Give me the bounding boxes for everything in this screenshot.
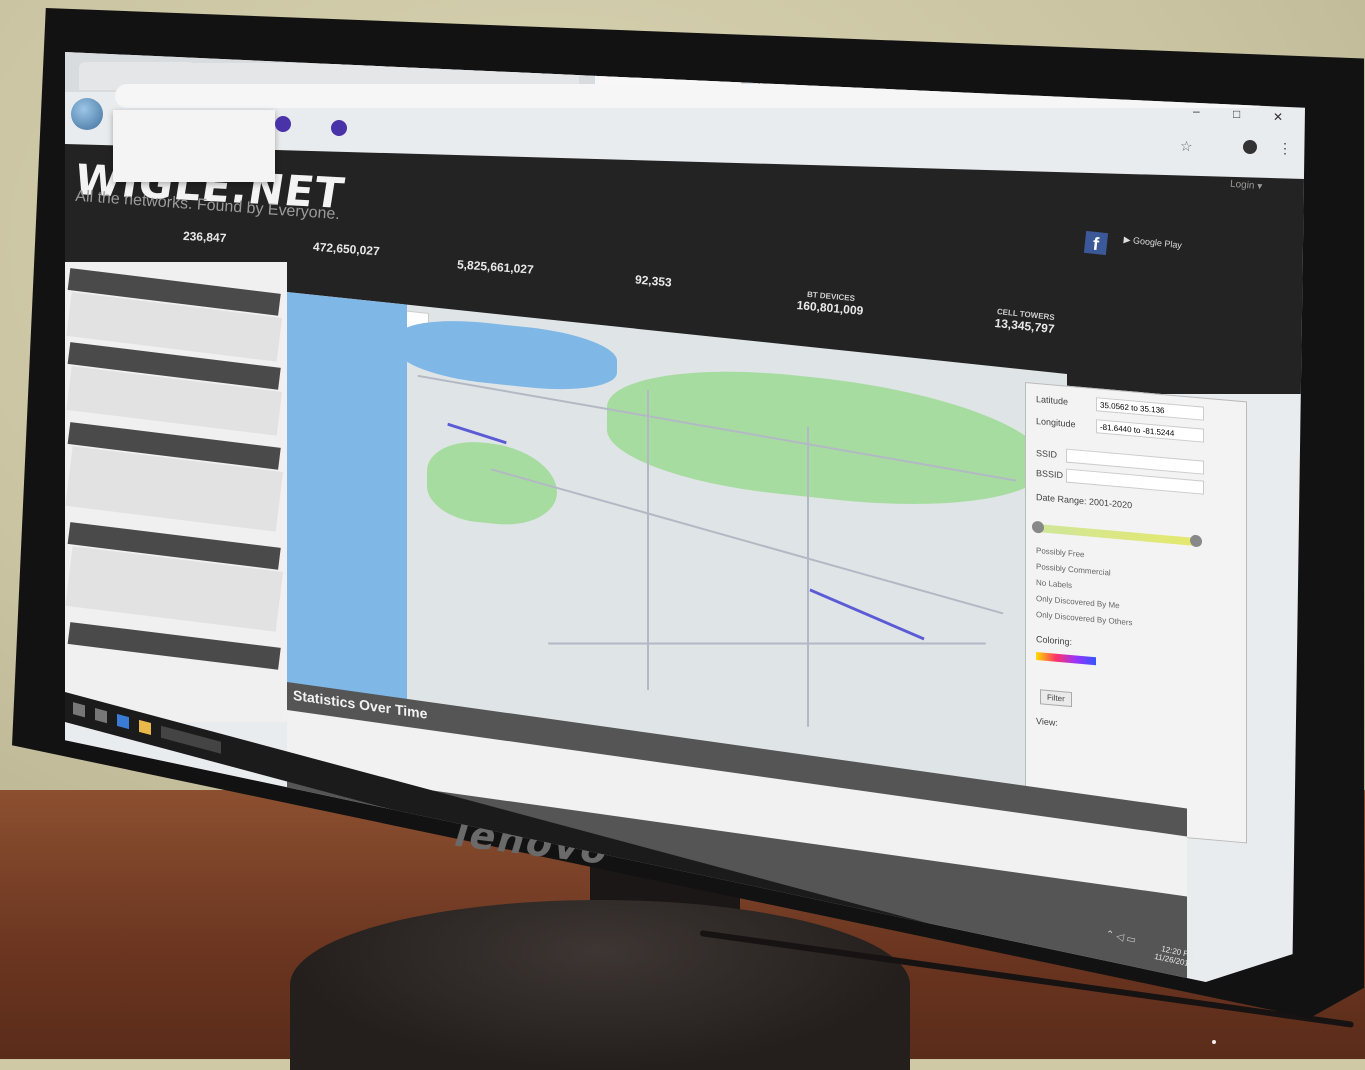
edge-icon[interactable] [117,713,129,730]
power-led [1212,1040,1216,1044]
monitor-stand-base [290,900,910,1070]
browser-dropdown [113,110,275,182]
coloring-label: Coloring: [1036,633,1073,648]
news-item-header[interactable] [67,622,281,670]
filter-panel: Latitude Longitude SSID BSSID Date Range… [1025,382,1247,844]
checkbox-only-mine[interactable]: Only Discovered By Me [1036,594,1120,610]
wigle-globe-icon[interactable] [71,98,103,130]
dropdown-item[interactable] [113,110,275,122]
bookmark-star-icon[interactable]: ☆ [1179,137,1193,155]
map-network-trace [809,588,925,641]
stat-block: 236,847 [183,229,227,245]
date-range-start-handle[interactable] [1032,520,1044,534]
map-water [287,292,407,725]
start-icon[interactable] [73,702,85,718]
map-road [548,642,986,645]
map-park [607,355,1047,522]
checkbox-no-labels[interactable]: No Labels [1036,578,1072,590]
latitude-field[interactable] [1096,397,1204,421]
longitude-field[interactable] [1096,419,1204,443]
facebook-icon[interactable]: f [1083,230,1109,256]
date-range-label: Date Range: 2001-2020 [1036,491,1133,511]
ssid-label: SSID [1036,447,1058,460]
account-icon[interactable] [1243,140,1257,154]
view-label: View: [1036,715,1058,728]
close-button[interactable]: ✕ [1273,110,1283,124]
coloring-gradient[interactable] [1036,651,1096,666]
date-range-slider[interactable] [1036,523,1196,546]
latitude-label: Latitude [1036,393,1069,407]
extension-icon[interactable] [331,120,347,136]
date-range-end-handle[interactable] [1190,534,1202,548]
checkbox-possibly-free[interactable]: Possibly Free [1036,546,1084,559]
map-road [807,426,809,727]
longitude-label: Longitude [1036,415,1076,430]
map-road [647,389,649,691]
folder-icon[interactable] [139,719,151,736]
map-water [397,313,617,397]
filter-button[interactable]: Filter [1040,689,1072,708]
chrome-taskbar-item[interactable] [161,725,221,754]
dropdown-item[interactable] [113,122,275,134]
maximize-button[interactable]: □ [1233,107,1240,121]
checkbox-only-others[interactable]: Only Discovered By Others [1036,610,1132,627]
checkbox-possibly-commercial[interactable]: Possibly Commercial [1036,562,1111,578]
extension-icon[interactable] [275,116,291,132]
stat-value: 236,847 [182,228,227,246]
bssid-label: BSSID [1036,467,1064,481]
menu-kebab-icon[interactable]: ⋮ [1278,140,1292,157]
news-column [65,262,287,722]
map-network-trace [447,422,507,445]
search-icon[interactable] [95,708,107,724]
